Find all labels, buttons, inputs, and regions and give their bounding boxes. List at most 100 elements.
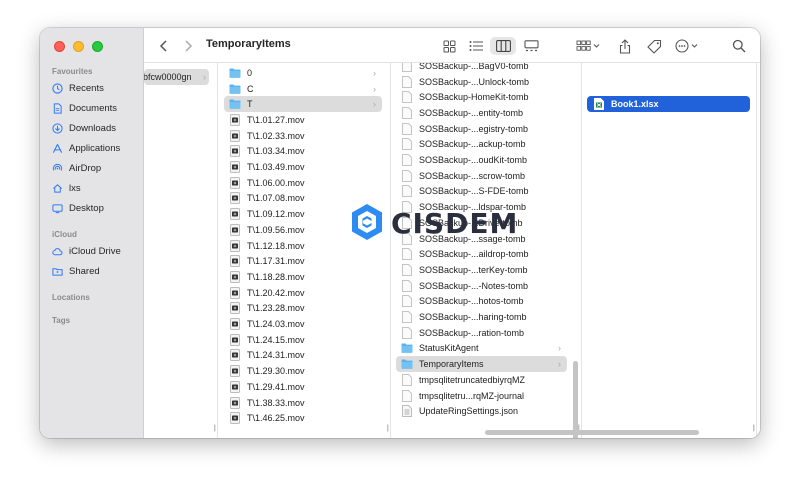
file-row[interactable]: tmpsqlitetru...rqMZ-journal [396, 388, 567, 404]
file-row[interactable]: SOSBackup-...oudKit-tomb [396, 152, 567, 168]
item-name: T\1.03.34.mov [247, 146, 305, 157]
download-icon [52, 122, 63, 134]
file-icon [401, 373, 413, 386]
file-icon [401, 389, 413, 402]
item-name: SOSBackup-...egistry-tomb [419, 123, 529, 134]
file-row[interactable]: T\1.02.33.mov [224, 128, 382, 144]
file-row[interactable]: SOSBackup-...ackup-tomb [396, 137, 567, 153]
folder-row[interactable]: 0 › [224, 65, 382, 81]
icon-view-button[interactable] [438, 37, 460, 55]
sidebar-item-documents[interactable]: Documents [52, 99, 117, 117]
list-view-button[interactable] [465, 37, 487, 55]
file-row[interactable]: T\1.24.15.mov [224, 332, 382, 348]
sidebar-item-shared[interactable]: Shared [52, 262, 100, 280]
file-row[interactable]: SOSBackup-...-Notes-tomb [396, 278, 567, 294]
folder-row[interactable]: StatusKitAgent › [396, 341, 567, 357]
item-name: T\1.06.00.mov [247, 177, 305, 188]
chevron-right-icon: › [373, 67, 376, 78]
column-view-button[interactable] [490, 37, 516, 55]
file-row[interactable]: SOSBackup-...aildrop-tomb [396, 246, 567, 262]
file-row[interactable]: UpdateRingSettings.json [396, 403, 567, 419]
file-row[interactable]: SOSBackup-...Unlock-tomb [396, 74, 567, 90]
sidebar-item-applications[interactable]: Applications [52, 139, 120, 157]
file-row[interactable]: SOSBackup-...egistry-tomb [396, 121, 567, 137]
video-file-icon [229, 223, 241, 236]
sidebar-section-tags[interactable]: Tags [52, 316, 70, 325]
video-file-icon [229, 349, 241, 362]
tag-icon [646, 39, 662, 54]
sidebar-item-desktop[interactable]: Desktop [52, 199, 104, 217]
column-resize-handle[interactable]: || [752, 425, 754, 432]
file-row[interactable]: T\1.24.31.mov [224, 348, 382, 364]
forward-button[interactable] [180, 37, 196, 55]
file-row[interactable]: T\1.23.28.mov [224, 301, 382, 317]
ellipsis-circle-icon [675, 39, 701, 53]
fullscreen-window-button[interactable] [92, 41, 103, 52]
file-row[interactable]: T\1.38.33.mov [224, 395, 382, 411]
sidebar-item-airdrop[interactable]: AirDrop [52, 159, 101, 177]
file-row[interactable]: SOSBackup-...terKey-tomb [396, 262, 567, 278]
file-row[interactable]: T\1.18.28.mov [224, 269, 382, 285]
column-browser: bfcw0000gn › || 0 › C › T › T\1.01.27.mov T\1.0… [144, 63, 760, 438]
sidebar-item-downloads[interactable]: Downloads [52, 119, 116, 137]
tags-button[interactable] [644, 37, 664, 55]
sidebar-item-icloud-drive[interactable]: iCloud Drive [52, 242, 121, 260]
file-row[interactable]: T\1.03.49.mov [224, 159, 382, 175]
video-file-icon [229, 333, 241, 346]
file-row[interactable]: SOSBackup-...entity-tomb [396, 105, 567, 121]
sidebar-item-label: Downloads [69, 122, 116, 134]
more-actions-button[interactable] [674, 37, 702, 55]
sidebar-item-recents[interactable]: Recents [52, 79, 104, 97]
share-button[interactable] [616, 37, 634, 55]
file-icon [401, 295, 413, 308]
file-row[interactable]: T\1.29.30.mov [224, 363, 382, 379]
file-icon [401, 311, 413, 324]
file-row[interactable]: SOSBackup-...S-FDE-tomb [396, 184, 567, 200]
close-window-button[interactable] [54, 41, 65, 52]
file-row[interactable]: T\1.06.00.mov [224, 175, 382, 191]
item-name: T\1.20.42.mov [247, 287, 305, 298]
folder-row-selected[interactable]: bfcw0000gn › [144, 69, 209, 85]
cloud-icon [52, 246, 63, 257]
column-resize-handle[interactable]: || [213, 425, 215, 432]
item-name: SOSBackup-...scrow-tomb [419, 170, 526, 181]
item-name: T\1.09.12.mov [247, 209, 305, 220]
chevron-right-icon: › [558, 343, 561, 354]
column-resize-handle[interactable]: || [386, 425, 388, 432]
file-row[interactable]: SOSBackup-...BagV0-tomb [396, 63, 567, 74]
file-row[interactable]: Book1.xlsx [587, 96, 750, 112]
watermark-text: CISDEM [391, 207, 519, 240]
sidebar-item-lxs[interactable]: lxs [52, 179, 81, 197]
folder-row[interactable]: T › [224, 96, 382, 113]
file-row[interactable]: T\1.24.03.mov [224, 316, 382, 332]
file-row[interactable]: tmpsqlitetruncatedbiyrqMZ [396, 372, 567, 388]
item-name: T\1.46.25.mov [247, 413, 305, 424]
file-row[interactable]: T\1.29.41.mov [224, 379, 382, 395]
file-row[interactable]: T\1.01.27.mov [224, 112, 382, 128]
video-file-icon [229, 270, 241, 283]
file-row[interactable]: SOSBackup-...scrow-tomb [396, 168, 567, 184]
file-row[interactable]: T\1.46.25.mov [224, 410, 382, 426]
sidebar-section-locations[interactable]: Locations [52, 293, 90, 302]
horizontal-scrollbar[interactable] [485, 430, 699, 435]
gallery-view-button[interactable] [520, 37, 542, 55]
file-icon [401, 63, 413, 72]
file-row[interactable]: T\1.20.42.mov [224, 285, 382, 301]
file-row[interactable]: T\1.17.31.mov [224, 253, 382, 269]
item-name: T\1.09.56.mov [247, 224, 305, 235]
group-by-button[interactable] [574, 37, 604, 55]
file-row[interactable]: SOSBackup-HomeKit-tomb [396, 89, 567, 105]
sidebar-item-label: Desktop [69, 202, 104, 214]
file-row[interactable]: SOSBackup-...hotos-tomb [396, 294, 567, 310]
folder-row[interactable]: TemporaryItems › [396, 356, 567, 372]
file-row[interactable]: SOSBackup-...ration-tomb [396, 325, 567, 341]
search-button[interactable] [730, 37, 748, 55]
minimize-window-button[interactable] [73, 41, 84, 52]
folder-row[interactable]: C › [224, 81, 382, 97]
back-button[interactable] [156, 37, 172, 55]
item-name: tmpsqlitetruncatedbiyrqMZ [419, 374, 526, 385]
item-name: T\1.38.33.mov [247, 397, 305, 408]
file-row[interactable]: SOSBackup-...haring-tomb [396, 309, 567, 325]
folder-icon [229, 67, 241, 79]
file-row[interactable]: T\1.03.34.mov [224, 144, 382, 160]
